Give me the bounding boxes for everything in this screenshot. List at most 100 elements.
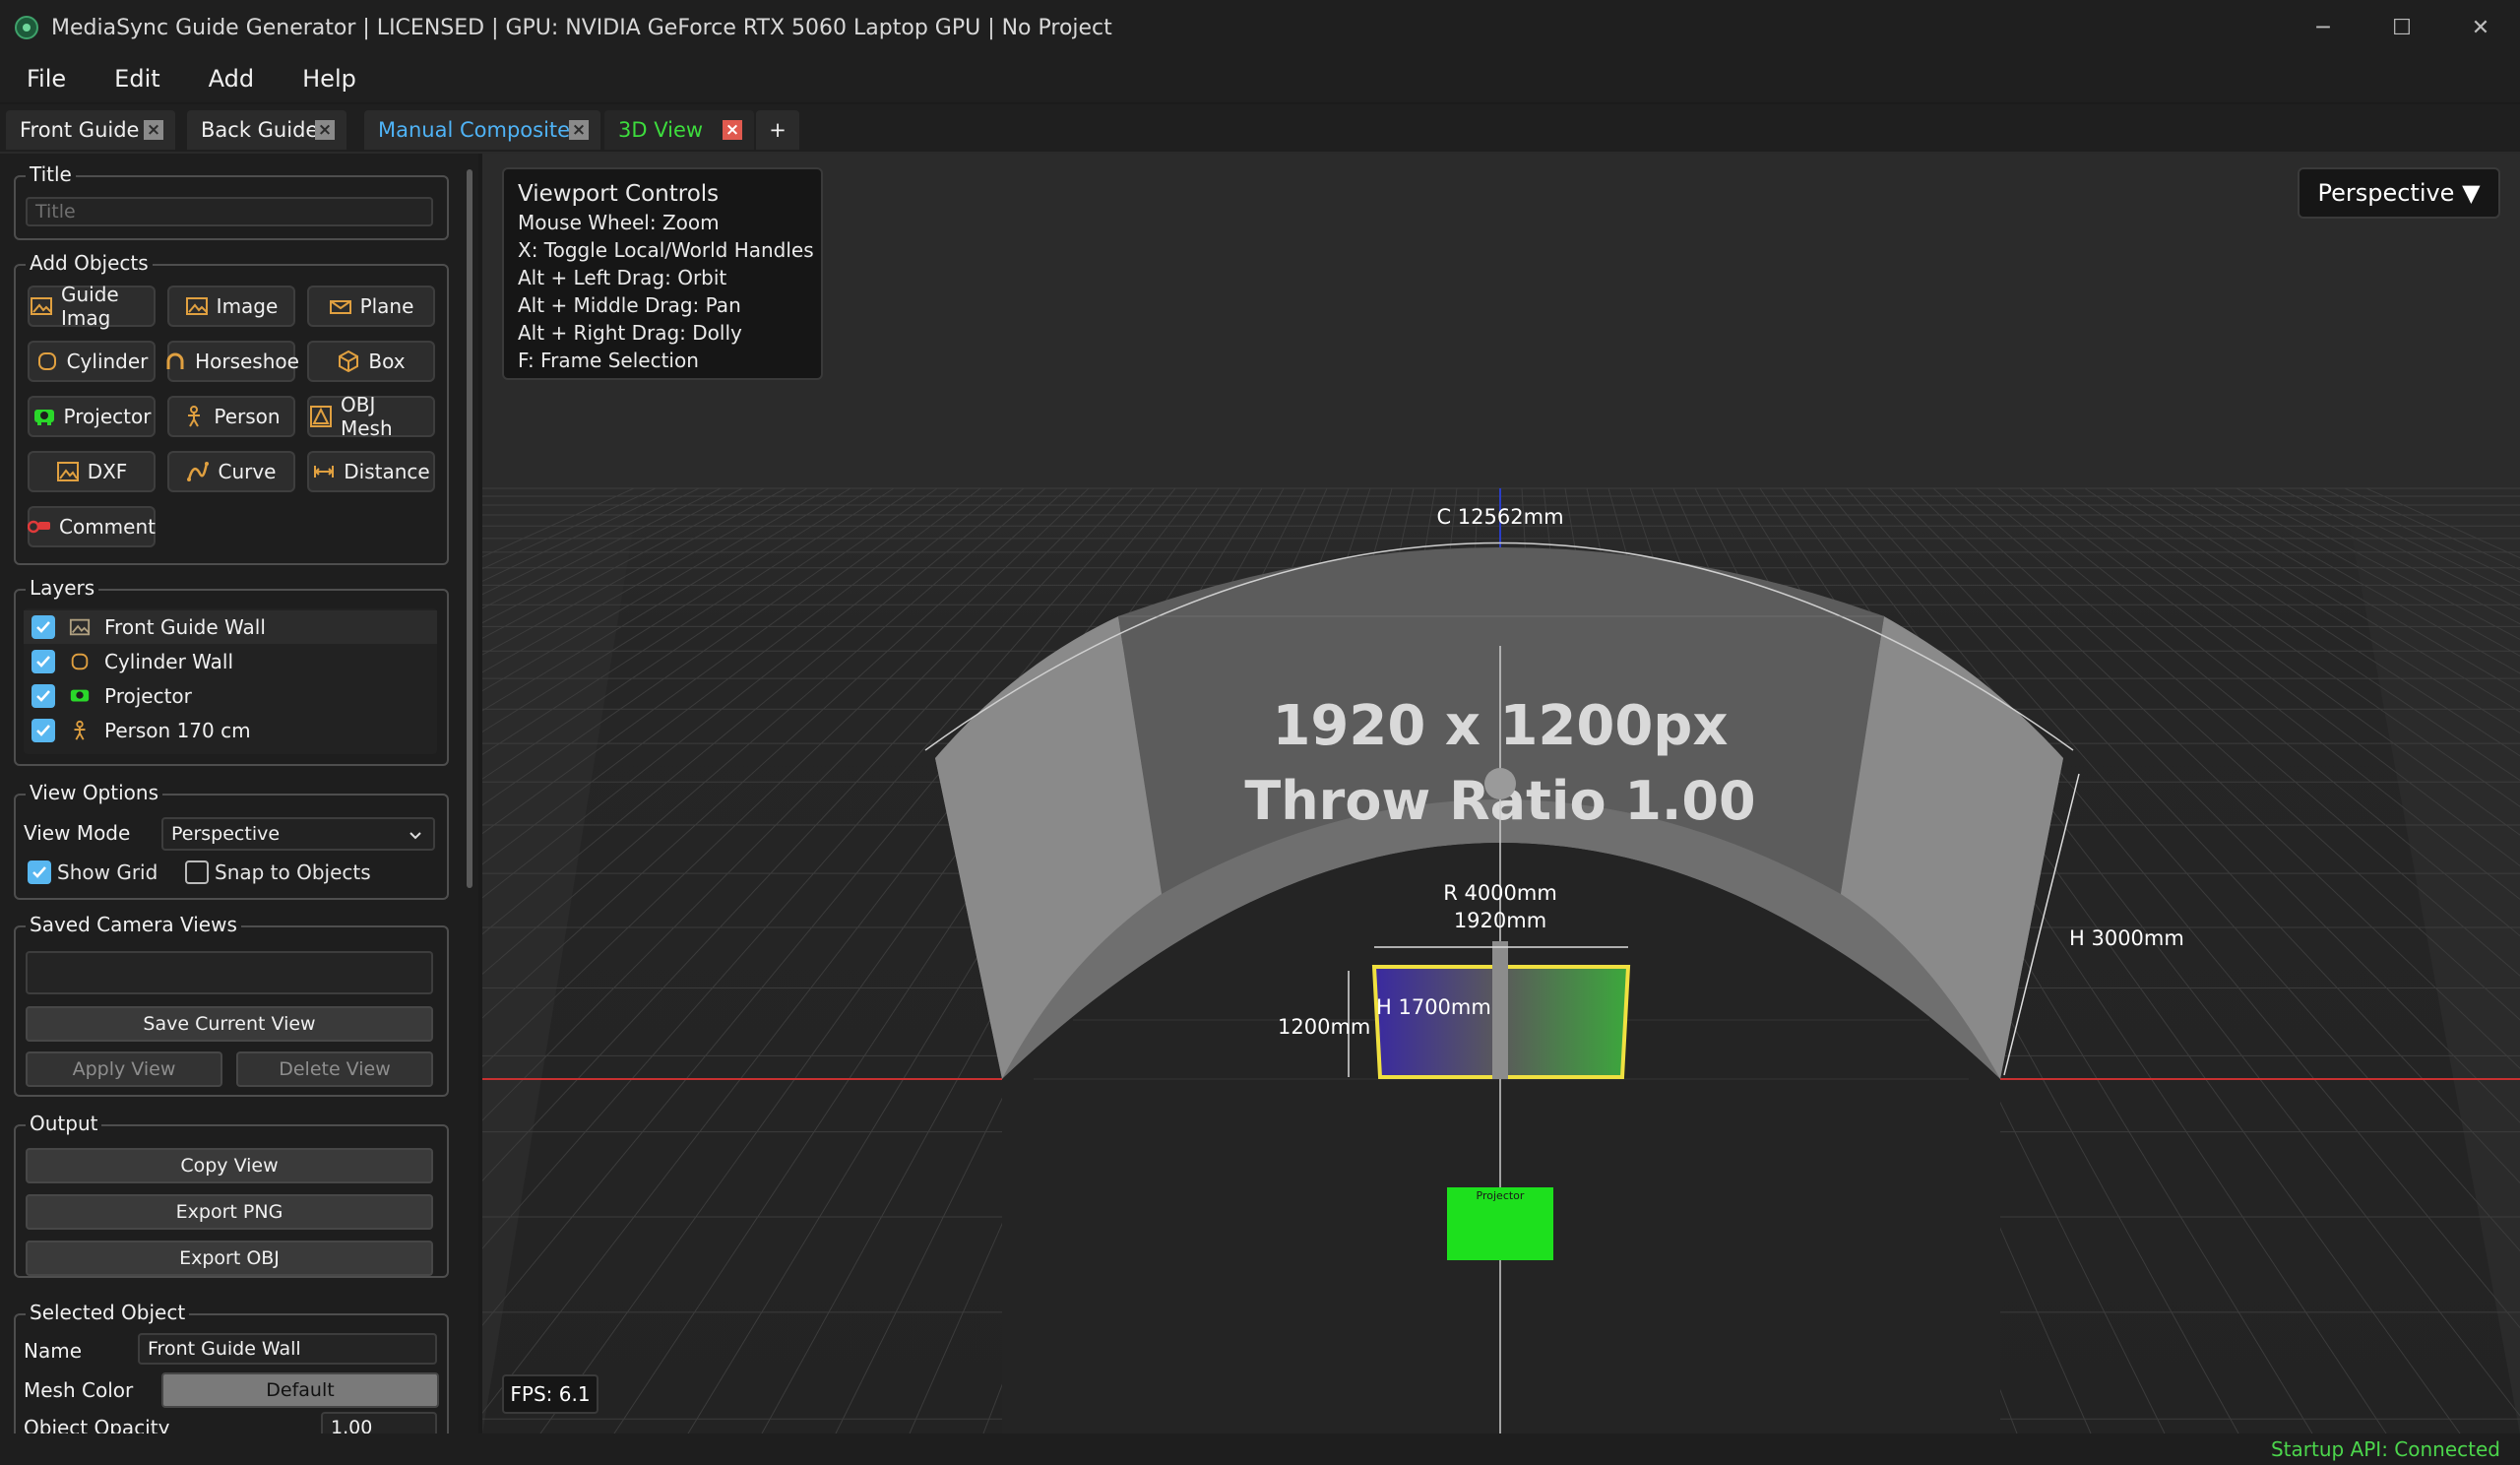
- menu-file[interactable]: File: [27, 65, 66, 93]
- cylinder-icon: [71, 653, 89, 670]
- menu-add[interactable]: Add: [209, 65, 254, 93]
- tab-manual-composite[interactable]: Manual Composite ×: [364, 110, 600, 150]
- app-logo-icon: [15, 16, 38, 39]
- projector-label: Projector: [1477, 1189, 1525, 1202]
- layer-visibility-checkbox[interactable]: [32, 650, 55, 673]
- title-input[interactable]: Title: [26, 197, 433, 226]
- show-grid-checkbox[interactable]: [28, 860, 51, 884]
- center-pivot-handle[interactable]: [1484, 768, 1516, 799]
- snap-checkbox[interactable]: [185, 860, 209, 884]
- status-bar: Startup API: Connected: [0, 1433, 2520, 1465]
- close-tab-icon[interactable]: ×: [144, 120, 163, 140]
- menu-edit[interactable]: Edit: [114, 65, 159, 93]
- group-title: Title: [26, 162, 76, 186]
- plane-icon: [329, 300, 351, 314]
- layer-item-person[interactable]: Person 170 cm: [24, 714, 437, 747]
- projection-dropdown[interactable]: Perspective ▼: [2298, 167, 2500, 219]
- add-distance-button[interactable]: Distance: [307, 451, 435, 492]
- control-hint: Alt + Right Drag: Dolly: [518, 321, 742, 345]
- curve-icon: [187, 462, 210, 481]
- close-tab-icon[interactable]: ×: [315, 120, 335, 140]
- close-button[interactable]: ✕: [2441, 0, 2520, 55]
- layers-list: Front Guide Wall Cylinder Wall Projector…: [24, 608, 437, 754]
- add-objects-group: Add Objects Guide Imag Image Plane Cylin…: [14, 251, 449, 565]
- group-title: Saved Camera Views: [26, 913, 241, 936]
- maximize-button[interactable]: ☐: [2362, 0, 2441, 55]
- layer-visibility-checkbox[interactable]: [32, 719, 55, 742]
- copy-view-button[interactable]: Copy View: [26, 1148, 433, 1183]
- layer-item-front-guide-wall[interactable]: Front Guide Wall: [24, 610, 437, 644]
- menu-help[interactable]: Help: [302, 65, 356, 93]
- close-tab-icon[interactable]: ×: [723, 120, 742, 140]
- name-input[interactable]: Front Guide Wall: [138, 1333, 437, 1365]
- add-dxf-button[interactable]: DXF: [28, 451, 156, 492]
- button-label: Horseshoe: [195, 350, 299, 373]
- fps-counter: FPS: 6.1: [502, 1374, 598, 1414]
- group-title: Output: [26, 1112, 102, 1135]
- delete-view-button[interactable]: Delete View: [236, 1051, 433, 1087]
- distance-icon: [314, 466, 335, 478]
- export-obj-button[interactable]: Export OBJ: [26, 1241, 433, 1276]
- sidebar-scrollbar[interactable]: [467, 169, 472, 888]
- button-label: Distance: [344, 460, 430, 483]
- view-mode-select[interactable]: Perspective: [161, 817, 435, 851]
- person-figure[interactable]: [1492, 941, 1508, 1079]
- saved-views-list[interactable]: [26, 951, 433, 994]
- add-projector-button[interactable]: Projector: [28, 396, 156, 437]
- new-tab-button[interactable]: +: [756, 110, 799, 150]
- saved-views-group: Saved Camera Views Save Current View App…: [14, 913, 449, 1097]
- 3d-viewport[interactable]: 1920 x 1200px Throw Ratio 1.00 C 12562mm…: [482, 154, 2520, 1433]
- apply-view-button[interactable]: Apply View: [26, 1051, 222, 1087]
- snap-toggle[interactable]: Snap to Objects: [179, 860, 371, 884]
- minimize-button[interactable]: ─: [2284, 0, 2362, 55]
- image-icon: [69, 618, 91, 636]
- control-hint: X: Toggle Local/World Handles: [518, 238, 814, 262]
- add-guide-image-button[interactable]: Guide Imag: [28, 283, 156, 330]
- selected-object-group: Selected Object Name Front Guide Wall Me…: [14, 1301, 449, 1433]
- name-label: Name: [24, 1339, 83, 1363]
- button-label: Guide Imag: [61, 283, 119, 330]
- opacity-spinbox[interactable]: 1.00: [321, 1412, 437, 1433]
- button-label: Plane: [359, 294, 414, 318]
- control-hint: F: Frame Selection: [518, 349, 699, 372]
- image-icon: [185, 297, 208, 315]
- layer-item-cylinder-wall[interactable]: Cylinder Wall: [24, 645, 437, 678]
- layer-visibility-checkbox[interactable]: [32, 684, 55, 708]
- circumference-label: C 12562mm: [1436, 505, 1563, 529]
- add-box-button[interactable]: Box: [307, 341, 435, 382]
- mesh-color-button[interactable]: Default: [161, 1372, 439, 1408]
- person-icon: [188, 406, 201, 427]
- comment-icon: [28, 520, 50, 534]
- layer-visibility-checkbox[interactable]: [32, 615, 55, 639]
- add-comment-button[interactable]: Comment: [28, 506, 156, 547]
- add-obj-mesh-button[interactable]: OBJ Mesh: [307, 393, 435, 440]
- tab-label: Front Guide: [20, 118, 140, 142]
- tab-front-guide[interactable]: Front Guide ×: [6, 110, 175, 150]
- add-cylinder-button[interactable]: Cylinder: [28, 341, 156, 382]
- export-png-button[interactable]: Export PNG: [26, 1194, 433, 1230]
- show-grid-toggle[interactable]: Show Grid: [22, 860, 158, 884]
- add-horseshoe-button[interactable]: Horseshoe: [166, 341, 299, 382]
- add-image-button[interactable]: Image: [167, 286, 295, 327]
- tab-bar: Front Guide × Back Guide × Manual Compos…: [0, 104, 2520, 154]
- button-label: Comment: [59, 515, 156, 539]
- group-title: Layers: [26, 576, 99, 600]
- api-status: Startup API: Connected: [2270, 1437, 2500, 1461]
- show-grid-label: Show Grid: [57, 860, 158, 884]
- close-tab-icon[interactable]: ×: [569, 120, 589, 140]
- tab-back-guide[interactable]: Back Guide ×: [187, 110, 346, 150]
- add-plane-button[interactable]: Plane: [307, 286, 435, 327]
- viewport-controls-panel: Viewport Controls Mouse Wheel: Zoom X: T…: [502, 167, 823, 380]
- radius-label: R 4000mm: [1443, 881, 1557, 905]
- cylinder-icon: [37, 352, 56, 370]
- save-current-view-button[interactable]: Save Current View: [26, 1006, 433, 1042]
- add-curve-button[interactable]: Curve: [167, 451, 295, 492]
- button-label: OBJ Mesh: [341, 393, 393, 440]
- view-mode-value: Perspective: [171, 823, 281, 845]
- person-icon: [74, 720, 86, 740]
- tab-label: Manual Composite: [378, 118, 571, 142]
- tab-3d-view[interactable]: 3D View ×: [604, 110, 754, 150]
- button-label: Box: [368, 350, 406, 373]
- layer-item-projector[interactable]: Projector: [24, 679, 437, 713]
- add-person-button[interactable]: Person: [167, 396, 295, 437]
